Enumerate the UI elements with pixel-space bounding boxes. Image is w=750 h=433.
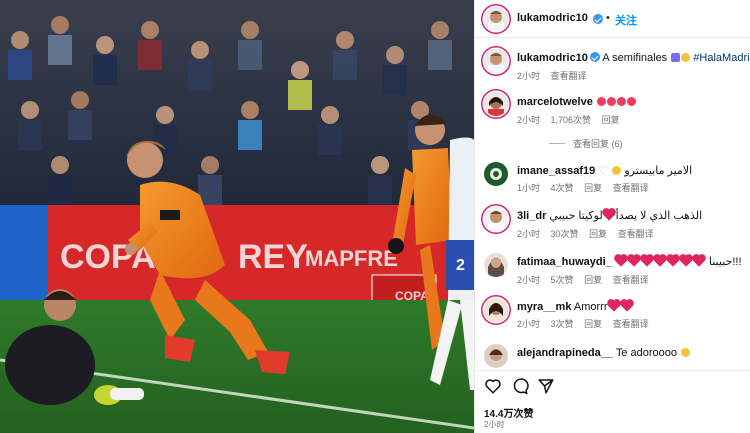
verified-badge-icon <box>593 14 603 24</box>
caption-verified-icon <box>589 52 600 62</box>
comment-reply-button[interactable]: 回复 <box>584 319 602 329</box>
banner-rey-text: REY <box>238 238 308 276</box>
like-heart-icon[interactable] <box>484 377 502 395</box>
comment-translate-link[interactable]: 查看翻译 <box>613 319 649 329</box>
comment-time: 2小时 <box>517 115 541 125</box>
commenter-avatar[interactable] <box>484 92 508 116</box>
comment-bubble-icon[interactable] <box>511 377 529 395</box>
red-heart-icon <box>615 255 627 267</box>
commenter-avatar[interactable] <box>484 344 508 368</box>
red-heart-icon <box>654 255 666 267</box>
red-heart-icon <box>641 255 653 267</box>
post-photo[interactable]: COPA REY MAPFRE COPA 2 <box>0 0 474 433</box>
red-heart-icon <box>667 255 679 267</box>
comment-reply-button[interactable]: 回复 <box>602 115 620 125</box>
commenter-avatar[interactable] <box>484 207 508 231</box>
comment-time: 2小时 <box>517 275 541 285</box>
caption-text: A semifinales <box>602 52 668 64</box>
red-heart-icon <box>693 255 705 267</box>
comment-translate-link[interactable]: 查看翻译 <box>613 275 649 285</box>
red-heart-icon <box>603 209 615 221</box>
heart-eyes-emoji-icon <box>616 97 626 106</box>
trophy-emoji-icon <box>671 53 681 62</box>
ad-board-blue <box>0 205 48 300</box>
comment-text: الذهب الذي لا يصدأ <box>615 210 703 222</box>
crown-emoji-icon <box>612 166 622 175</box>
post-like-count[interactable]: 14.4万次赞 <box>484 405 533 420</box>
comment-text: Amorrr <box>573 301 608 313</box>
white-heart-icon: ♡ <box>598 165 609 177</box>
share-send-icon[interactable] <box>537 377 555 395</box>
comment-likes[interactable]: 1,706次赞 <box>551 115 592 125</box>
caption-time: 2小时 <box>517 71 541 81</box>
comment-likes[interactable]: 5次赞 <box>551 275 574 285</box>
post-header: lukamodric10 • 关注 <box>475 0 750 38</box>
view-replies-link[interactable]: 查看回复 (6) <box>549 137 623 150</box>
banner-sponsor-text: MAPFRE <box>305 246 398 271</box>
red-heart-icon <box>628 255 640 267</box>
comment-reply-button[interactable]: 回复 <box>584 275 602 285</box>
opponent-number: 2 <box>456 257 465 274</box>
commenter-username[interactable]: 3li_dr <box>517 210 546 222</box>
commenter-username[interactable]: fatimaa_huwaydi_ <box>517 256 612 268</box>
red-heart-icon <box>620 300 633 312</box>
comment-reply-button[interactable]: 回复 <box>584 183 602 193</box>
commenter-username[interactable]: imane_assaf19 <box>517 165 595 177</box>
comments-panel: lukamodric10 • 关注 lukamodric10 A semifin… <box>474 0 750 433</box>
header-separator: • <box>606 12 610 24</box>
comment-text-2: لوكيتا حبيبي <box>549 210 603 222</box>
comment-text: الامير مابيسترو <box>624 165 693 177</box>
comment-reply-button[interactable]: 回复 <box>589 229 607 239</box>
red-heart-icon <box>680 255 692 267</box>
heart-eyes-emoji-icon <box>626 97 636 106</box>
match-photo: COPA REY MAPFRE COPA 2 <box>0 0 474 433</box>
comment-time: 2小时 <box>517 229 541 239</box>
commenter-avatar[interactable] <box>484 298 508 322</box>
heart-eyes-emoji-icon <box>606 97 616 106</box>
author-avatar[interactable] <box>484 7 508 31</box>
commenter-username[interactable]: myra__mk <box>517 301 571 313</box>
post-time: 2小时 <box>484 420 505 429</box>
caption-hashtag[interactable]: #HalaMadrid <box>693 52 750 64</box>
crowd-background <box>0 0 474 205</box>
caption-username[interactable]: lukamodric10 <box>517 52 588 64</box>
heart-eyes-emoji-icon <box>596 97 606 106</box>
comment-likes[interactable]: 4次赞 <box>551 183 574 193</box>
red-heart-icon <box>607 300 620 312</box>
muscle-emoji-icon <box>681 53 691 62</box>
follow-button[interactable]: 关注 <box>615 12 637 28</box>
comment-likes[interactable]: 30次赞 <box>551 229 579 239</box>
comment-text: Te adoroooo <box>615 347 678 359</box>
comment-time: 2小时 <box>517 319 541 329</box>
commenter-username[interactable]: alejandrapineda__ <box>517 347 613 359</box>
comment-translate-link[interactable]: 查看翻译 <box>613 183 649 193</box>
commenter-username[interactable]: marcelotwelve <box>517 96 593 108</box>
post-actions: 14.4万次赞 2小时 <box>475 370 750 433</box>
comment-translate-link[interactable]: 查看翻译 <box>618 229 654 239</box>
comment-text: حبيبنا!!! <box>708 256 742 268</box>
caption-avatar[interactable] <box>484 49 508 73</box>
crown-emoji-icon <box>681 348 691 357</box>
caption-translate-link[interactable]: 查看翻译 <box>551 71 587 81</box>
comment-likes[interactable]: 3次赞 <box>551 319 574 329</box>
commenter-avatar[interactable] <box>484 162 508 186</box>
author-username[interactable]: lukamodric10 <box>517 12 588 24</box>
comment-time: 1小时 <box>517 183 541 193</box>
commenter-avatar[interactable] <box>484 253 508 277</box>
